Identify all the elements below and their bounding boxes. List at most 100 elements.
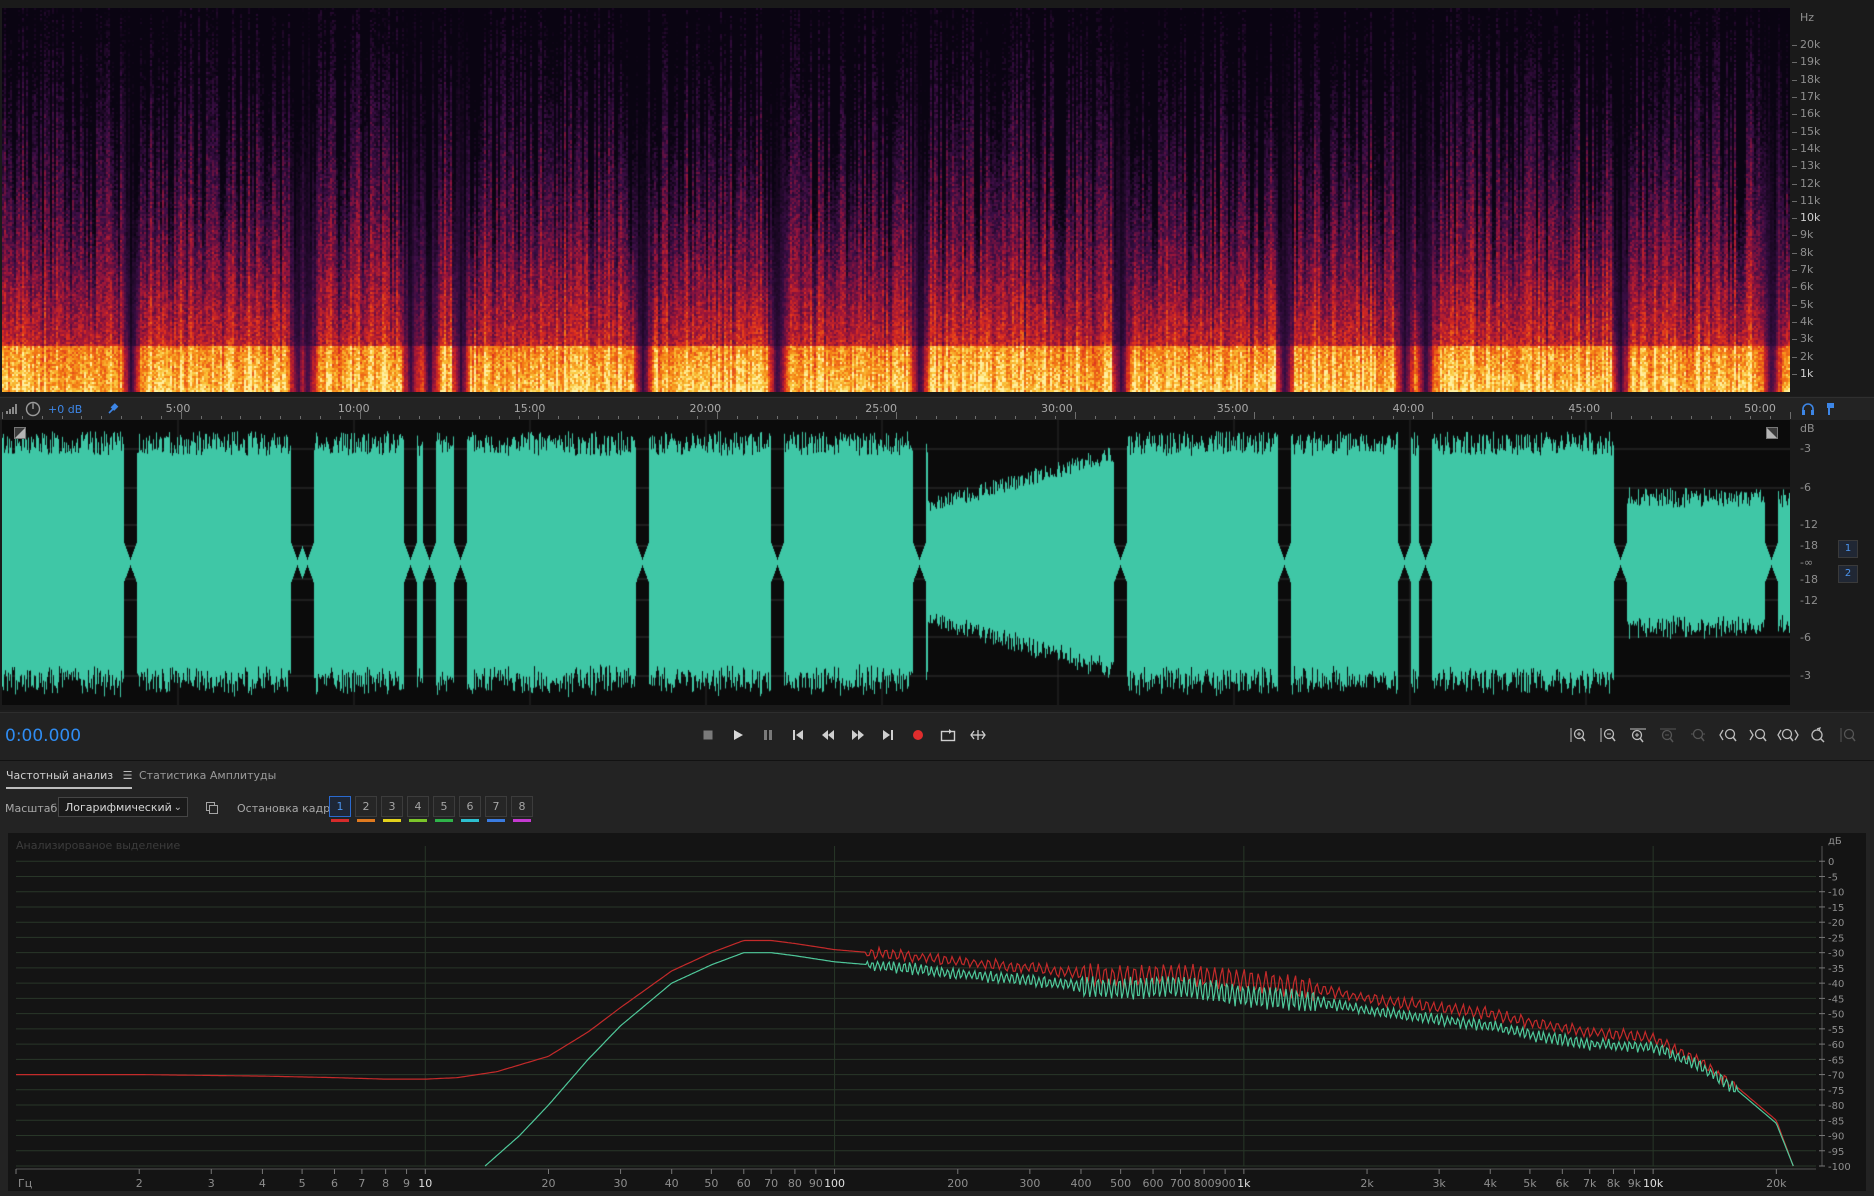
y-tick-label: -70	[1828, 1071, 1844, 1082]
y-tick-label: -35	[1828, 964, 1844, 975]
frequency-tick-label: 4k	[1800, 315, 1814, 329]
current-time-display[interactable]: 0:00.000	[5, 726, 81, 746]
rewind-button[interactable]	[817, 724, 839, 746]
pin-icon[interactable]	[105, 401, 121, 417]
go-to-start-button[interactable]	[787, 724, 809, 746]
zoom-full-button[interactable]	[1686, 724, 1710, 746]
pause-button[interactable]	[757, 724, 779, 746]
x-tick-label: 800	[1194, 1177, 1215, 1190]
panel-menu-icon[interactable]: ☰	[123, 769, 133, 782]
time-tick	[578, 416, 580, 419]
stop-icon	[703, 730, 713, 740]
volume-knob-icon[interactable]	[25, 401, 41, 417]
zoom-full-icon	[1691, 728, 1705, 742]
slot-color-bar	[357, 819, 375, 822]
copy-graph-icon[interactable]	[205, 800, 219, 819]
x-tick-label: 1k	[1237, 1177, 1251, 1190]
x-tick-label: 90	[809, 1177, 823, 1190]
freeze-frame-slot[interactable]: 6	[459, 796, 481, 822]
channel-1-toggle[interactable]: 1	[1838, 540, 1858, 558]
x-tick-label: 40	[665, 1177, 679, 1190]
freeze-frame-slot[interactable]: 1	[329, 796, 351, 822]
frequency-tick-label: 20k	[1800, 38, 1821, 51]
frequency-tick	[1792, 114, 1797, 116]
frequency-graph[interactable]: Гц 2 3 4 5 6 7 8 9 10 20 30 40 50 60 70 80 90 100 200 300 400…	[8, 833, 1866, 1191]
frequency-plot[interactable]: Гц 2 3 4 5 6 7 8 9 10 20 30 40 50 60 70 80 90 100 200 300 400…	[8, 833, 1866, 1191]
analyzed-selection-label: Анализированое выделение	[16, 839, 181, 852]
zoom-in-right-button[interactable]	[1746, 724, 1770, 746]
frequency-tick	[1792, 252, 1797, 254]
zoom-in-amplitude-button[interactable]	[1566, 724, 1590, 746]
time-label: 50:00	[1744, 402, 1776, 415]
tab-amplitude-statistics[interactable]: Статистика Амплитуды	[139, 765, 276, 787]
go-to-end-button[interactable]	[877, 724, 899, 746]
fast-forward-icon	[852, 730, 864, 740]
waveform[interactable]	[2, 420, 1790, 705]
x-tick-label: 3k	[1432, 1177, 1446, 1190]
time-tick	[1531, 416, 1533, 419]
amplitude-tick-label: -6	[1800, 481, 1811, 494]
zoom-in-time-button[interactable]	[1626, 724, 1650, 746]
time-tick	[1333, 416, 1335, 419]
waveform-display[interactable]: dB -3 -6 -12 -18 -∞ -18 -12 -6 -3 1 2	[0, 420, 1874, 710]
freeze-frame-slot[interactable]: 2	[355, 796, 377, 822]
zoom-to-selection-button[interactable]	[1776, 724, 1800, 746]
time-tick	[856, 416, 858, 419]
zoom-in-left-button[interactable]	[1716, 724, 1740, 746]
headphones-icon[interactable]	[1800, 401, 1816, 417]
time-tick	[478, 416, 480, 419]
tab-frequency-analysis-label: Частотный анализ	[6, 769, 114, 782]
time-tick	[915, 416, 917, 419]
spectral-frequency-display[interactable]: Hz 20k 19k 18k 17k 16k 15k 14k 13k 12k 11k 10k 9k 8k…	[0, 0, 1874, 396]
frequency-tick	[1792, 79, 1797, 81]
time-label: 45:00	[1568, 402, 1601, 415]
time-tick	[1015, 416, 1017, 419]
skip-selection-button[interactable]	[967, 724, 989, 746]
zoom-out-amplitude-button[interactable]	[1596, 724, 1620, 746]
time-tick	[180, 412, 182, 419]
freeze-frame-slot[interactable]: 7	[485, 796, 507, 822]
freeze-frame-slot[interactable]: 3	[381, 796, 403, 822]
zoom-out-amplitude-icon	[1600, 728, 1616, 742]
zoom-lock-button[interactable]	[1836, 724, 1860, 746]
amplitude-unit: dB	[1800, 422, 1815, 435]
record-button[interactable]	[907, 724, 929, 746]
freeze-frame-slot[interactable]: 4	[407, 796, 429, 822]
x-tick-label: 60	[737, 1177, 751, 1190]
x-tick-label: 8k	[1607, 1177, 1621, 1190]
play-button[interactable]	[727, 724, 749, 746]
stop-button[interactable]	[697, 724, 719, 746]
marker-icon[interactable]	[1822, 401, 1838, 417]
tab-frequency-analysis[interactable]: Частотный анализ ☰	[6, 765, 133, 789]
play-icon	[734, 730, 743, 740]
time-tick	[1293, 416, 1295, 419]
time-ruler[interactable]: +0 dB 5:00 10:00 15:00 20:00 25:00 30:00 35:00…	[0, 397, 1874, 421]
freeze-frame-slot[interactable]: 5	[433, 796, 455, 822]
spectrogram[interactable]	[2, 8, 1790, 392]
gain-value[interactable]: +0 dB	[48, 403, 82, 416]
x-tick-label: 3	[208, 1177, 215, 1190]
time-tick	[1213, 416, 1215, 419]
zoom-reset-button[interactable]	[1806, 724, 1830, 746]
zoom-out-time-button[interactable]	[1656, 724, 1680, 746]
time-tick	[1253, 412, 1255, 419]
fade-out-handle-icon[interactable]	[1766, 424, 1778, 443]
y-tick-label: -15	[1828, 903, 1844, 914]
time-tick	[1611, 412, 1613, 419]
time-tick	[836, 416, 838, 419]
level-meter-icon[interactable]	[4, 401, 20, 417]
loop-playback-button[interactable]	[937, 724, 959, 746]
channel-2-toggle[interactable]: 2	[1838, 565, 1858, 583]
scale-select[interactable]: Логарифмический ⌄	[58, 797, 188, 817]
frequency-tick	[1792, 374, 1797, 375]
x-tick-label: 20	[541, 1177, 555, 1190]
fast-forward-button[interactable]	[847, 724, 869, 746]
x-tick-label: 4k	[1484, 1177, 1498, 1190]
spectrum-series-line	[16, 939, 1794, 1167]
time-tick	[637, 416, 639, 419]
freeze-frame-slot[interactable]: 8	[511, 796, 533, 822]
y-unit-label: дБ	[1828, 836, 1842, 847]
time-label: 40:00	[1392, 402, 1425, 415]
time-tick	[1690, 416, 1692, 419]
fade-in-handle-icon[interactable]	[14, 424, 26, 443]
